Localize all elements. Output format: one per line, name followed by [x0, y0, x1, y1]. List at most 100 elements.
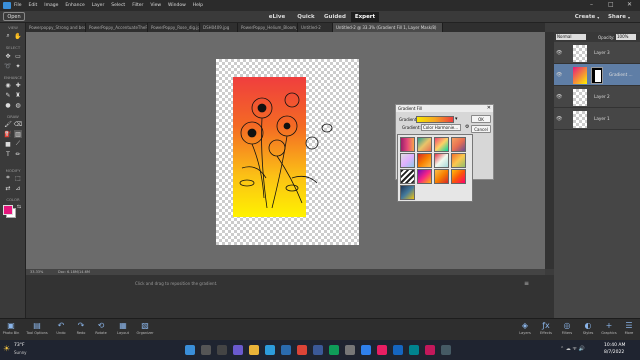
gradient-swatch[interactable] — [434, 153, 449, 168]
tab-document[interactable]: DSH0409.jpg — [200, 23, 238, 32]
layer-row-selected[interactable]: 👁 Gradient ... — [554, 64, 640, 86]
tab-document[interactable]: PowerPoppy_Rose_dig.jpg — [148, 23, 200, 32]
app-icon[interactable] — [425, 345, 435, 355]
move-tool-icon[interactable]: ✥ — [4, 52, 12, 60]
tool-options-button[interactable]: ▤ Tool Options — [26, 321, 48, 335]
mode-quick[interactable]: Quick — [295, 12, 317, 22]
shape-tool-icon[interactable]: ■ — [4, 140, 12, 148]
filters-button[interactable]: ◎ Filters — [556, 321, 578, 335]
app-icon[interactable] — [409, 345, 419, 355]
mode-guided[interactable]: Guided — [322, 12, 348, 22]
open-button[interactable]: Open — [3, 12, 25, 21]
gradient-preview[interactable] — [416, 116, 454, 123]
app-icon[interactable] — [377, 345, 387, 355]
gradient-swatch[interactable] — [434, 169, 449, 184]
task-view-icon[interactable] — [217, 345, 227, 355]
gradient-swatch[interactable] — [417, 153, 432, 168]
magic-wand-tool-icon[interactable]: ✦ — [14, 62, 22, 70]
straighten-tool-icon[interactable]: ⊿ — [14, 184, 22, 192]
photo-bin-button[interactable]: ▣ Photo Bin — [0, 321, 22, 335]
layer-mask-thumbnail[interactable] — [591, 67, 603, 84]
effects-button[interactable]: ƒx Effects — [535, 321, 557, 335]
app-icon[interactable] — [393, 345, 403, 355]
panel-menu-icon[interactable]: ≡ — [524, 280, 529, 287]
cancel-button[interactable]: Cancel — [471, 125, 491, 133]
menu-filter[interactable]: Filter — [132, 3, 143, 8]
clone-stamp-tool-icon[interactable]: ♜ — [14, 91, 22, 99]
ok-button[interactable]: OK — [471, 115, 491, 123]
layer-row[interactable]: 👁 Layer 2 — [554, 86, 640, 108]
graphics-button[interactable]: + Graphics — [598, 321, 620, 335]
crop-tool-icon[interactable]: ⌗ — [4, 174, 12, 182]
weather-temp[interactable]: 73°F — [14, 343, 25, 348]
eye-icon[interactable]: 👁 — [556, 116, 562, 122]
opacity-field[interactable]: 100% — [616, 34, 636, 40]
app-icon[interactable] — [329, 345, 339, 355]
layer-row[interactable]: 👁 Layer 1 — [554, 108, 640, 130]
share-button[interactable]: Share ▾ — [605, 12, 633, 22]
menu-select[interactable]: Select — [111, 3, 125, 8]
organizer-button[interactable]: ▧ Organizer — [134, 321, 156, 335]
file-explorer-icon[interactable] — [249, 345, 259, 355]
gradient-swatch[interactable] — [434, 137, 449, 152]
eyedropper-tool-icon[interactable]: ⟋ — [14, 140, 22, 148]
menu-image[interactable]: Image — [44, 3, 58, 8]
maximize-icon[interactable]: □ — [608, 1, 614, 8]
tab-active-document[interactable]: Untitled-2 @ 33.3% (Gradient Fill 1, Lay… — [333, 23, 443, 32]
gradient-swatch[interactable] — [451, 169, 466, 184]
app-icon[interactable] — [441, 345, 451, 355]
lasso-tool-icon[interactable]: ➰ — [4, 62, 12, 70]
redo-button[interactable]: ↷ Redo — [70, 321, 92, 335]
edge-icon[interactable] — [265, 345, 275, 355]
gradient-swatch[interactable] — [400, 153, 415, 168]
swap-colors-icon[interactable]: ⇆ — [15, 203, 23, 211]
app-icon[interactable] — [313, 345, 323, 355]
zoom-tool-icon[interactable]: ⌕ — [4, 32, 12, 40]
tab-document[interactable]: PowerPoppy_AccentuateThePositive_dig_300… — [86, 23, 148, 32]
chevron-down-icon[interactable]: ▾ — [455, 116, 458, 122]
chrome-icon[interactable] — [297, 345, 307, 355]
paint-bucket-tool-icon[interactable]: ⛽ — [4, 130, 12, 138]
menu-edit[interactable]: Edit — [29, 3, 38, 8]
layout-button[interactable]: ▦ Layout — [112, 321, 134, 335]
eye-icon[interactable]: 👁 — [556, 72, 562, 78]
eye-icon[interactable]: 👁 — [556, 94, 562, 100]
eye-tool-icon[interactable]: ◉ — [4, 81, 12, 89]
styles-button[interactable]: ◐ Styles — [577, 321, 599, 335]
pencil-tool-icon[interactable]: ✏ — [14, 150, 22, 158]
eye-icon[interactable]: 👁 — [556, 50, 562, 56]
layers-button[interactable]: ◈ Layers — [514, 321, 536, 335]
gradient-tool-icon[interactable]: ▥ — [14, 130, 22, 138]
spot-healing-tool-icon[interactable]: ✚ — [14, 81, 22, 89]
blend-mode-select[interactable]: Normal — [556, 34, 586, 40]
hand-tool-icon[interactable]: ✋ — [14, 32, 22, 40]
menu-layer[interactable]: Layer — [92, 3, 105, 8]
gear-icon[interactable]: ⚙ — [465, 124, 469, 130]
blur-tool-icon[interactable]: ● — [4, 101, 12, 109]
gradient-swatch[interactable] — [400, 169, 415, 184]
menu-file[interactable]: File — [14, 3, 22, 8]
mode-expert[interactable]: Expert — [351, 12, 379, 22]
create-button[interactable]: Create ▾ — [574, 12, 600, 22]
more-button[interactable]: ☰ More — [618, 321, 640, 335]
close-icon[interactable]: ✕ — [487, 105, 491, 111]
zoom-level[interactable]: 33.33% — [30, 270, 43, 274]
marquee-tool-icon[interactable]: ▭ — [14, 52, 22, 60]
tab-document[interactable]: Untitled-2 — [298, 23, 333, 32]
tab-document[interactable]: Powerpoppy_Strong and beautiful 21.jpg — [26, 23, 86, 32]
search-icon[interactable] — [201, 345, 211, 355]
foreground-color-swatch[interactable] — [3, 205, 13, 215]
undo-button[interactable]: ↶ Undo — [50, 321, 72, 335]
gradient-swatch[interactable] — [400, 185, 415, 200]
type-tool-icon[interactable]: T — [4, 150, 12, 158]
recompose-tool-icon[interactable]: ⬚ — [14, 174, 22, 182]
eraser-tool-icon[interactable]: ⌫ — [14, 120, 22, 128]
gradient-set-select[interactable]: Color Harmonie... — [421, 124, 461, 131]
windows-start-icon[interactable] — [185, 345, 195, 355]
teams-icon[interactable] — [233, 345, 243, 355]
layer-row[interactable]: 👁 Layer 3 — [554, 42, 640, 64]
clock-time[interactable]: 10:40 AM — [604, 343, 625, 348]
gradient-swatch[interactable] — [417, 137, 432, 152]
smart-brush-tool-icon[interactable]: ✎ — [4, 91, 12, 99]
tab-document[interactable]: PowerPoppy_Helium_Bloom_dig.jpg — [238, 23, 298, 32]
